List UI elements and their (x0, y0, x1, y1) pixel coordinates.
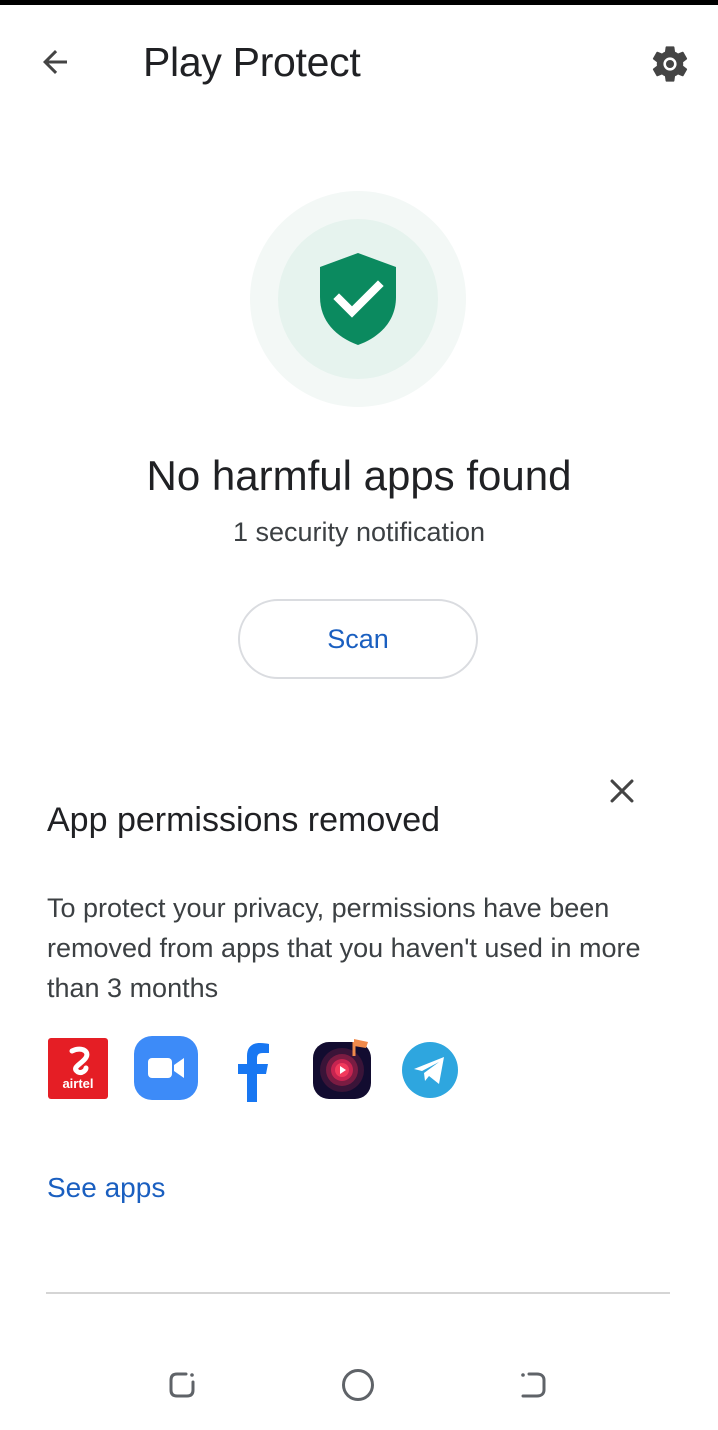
status-title: No harmful apps found (146, 452, 572, 499)
system-navigation-bar (0, 1350, 718, 1420)
card-title: App permissions removed (47, 801, 441, 839)
security-notification-count: 1 security notification (232, 517, 486, 547)
airtel-app-icon: airtel (48, 1038, 108, 1104)
app-bar: Play Protect (0, 5, 718, 117)
dismiss-card-button[interactable] (598, 767, 646, 815)
status-illustration-inner (278, 219, 438, 379)
settings-button[interactable] (644, 38, 696, 90)
shield-check-icon (320, 253, 396, 345)
airtel-label: airtel (62, 1076, 93, 1091)
see-apps-link[interactable]: See apps (47, 1172, 165, 1204)
music-player-app-icon (312, 1036, 374, 1105)
back-button[interactable] (30, 39, 80, 85)
nav-back-button[interactable] (508, 1360, 558, 1410)
page-title: Play Protect (143, 39, 361, 85)
recents-icon (169, 1372, 195, 1398)
arrow-back-icon (43, 50, 67, 74)
telegram-app-icon (401, 1041, 459, 1104)
recents-button[interactable] (157, 1360, 207, 1410)
nav-back-icon (521, 1372, 546, 1398)
home-icon (342, 1369, 374, 1401)
status-illustration (250, 191, 466, 407)
facebook-app-icon (237, 1042, 271, 1107)
home-button[interactable] (333, 1360, 383, 1410)
close-icon (610, 779, 634, 803)
scan-button[interactable]: Scan (238, 599, 478, 679)
card-description: To protect your privacy, permissions hav… (47, 893, 641, 1003)
zoom-app-icon (134, 1036, 198, 1105)
divider (46, 1292, 670, 1294)
gear-icon (652, 46, 688, 82)
